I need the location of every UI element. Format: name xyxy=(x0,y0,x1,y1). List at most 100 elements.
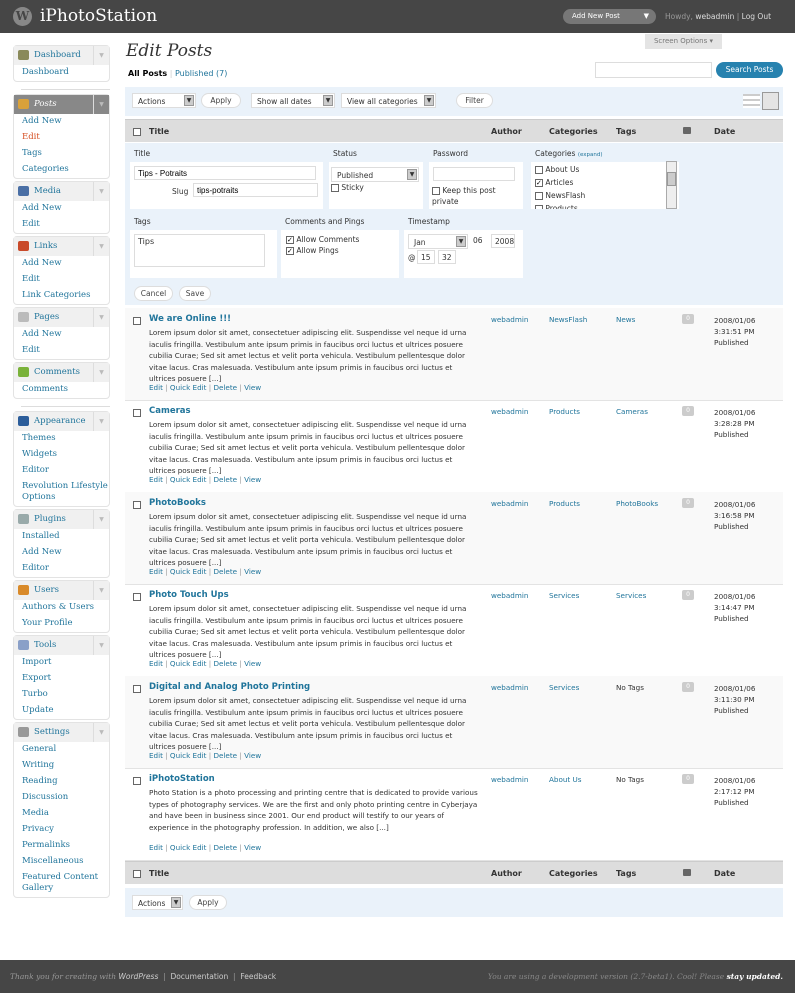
password-input[interactable] xyxy=(433,167,515,181)
row-action-view[interactable]: View xyxy=(244,567,261,576)
submenu-widgets[interactable]: Widgets xyxy=(14,447,109,463)
author-link[interactable]: webadmin xyxy=(491,407,528,416)
menu-toggle-icon[interactable]: ▼ xyxy=(93,237,109,256)
menu-users[interactable]: Users ▼ xyxy=(14,581,109,600)
slug-input[interactable] xyxy=(193,183,318,197)
post-title-link[interactable]: Cameras xyxy=(149,406,191,416)
submenu-permalinks[interactable]: Permalinks xyxy=(14,838,109,854)
menu-toggle-icon[interactable]: ▼ xyxy=(93,95,109,114)
row-checkbox[interactable] xyxy=(133,501,141,509)
apply-button[interactable]: Apply xyxy=(189,895,227,910)
submenu-editor[interactable]: Editor xyxy=(14,561,109,577)
row-action-view[interactable]: View xyxy=(244,475,261,484)
menu-media[interactable]: Media ▼ xyxy=(14,182,109,201)
submenu-revolution-lifestyle-options[interactable]: Revolution Lifestyle Options xyxy=(14,479,109,506)
feedback-link[interactable]: Feedback xyxy=(240,972,276,981)
row-action-quick-edit[interactable]: Quick Edit xyxy=(170,659,207,668)
menu-posts[interactable]: Posts ▼ xyxy=(14,95,109,114)
bulk-actions-select[interactable]: Actions ▼ xyxy=(132,93,196,108)
tags-textarea[interactable]: Tips xyxy=(134,234,265,267)
row-action-delete[interactable]: Delete xyxy=(213,475,237,484)
search-posts-button[interactable]: Search Posts xyxy=(716,62,783,78)
published-link[interactable]: Published (7) xyxy=(175,69,227,78)
row-action-delete[interactable]: Delete xyxy=(213,843,237,852)
screen-options-button[interactable]: Screen Options ▾ xyxy=(645,34,722,49)
comment-count-icon[interactable]: 0 xyxy=(682,314,694,324)
category-checkbox-newsflash[interactable]: NewsFlash xyxy=(535,189,585,202)
hour-input[interactable]: 15 xyxy=(417,250,435,264)
title-input[interactable] xyxy=(134,166,316,180)
submenu-miscellaneous[interactable]: Miscellaneous xyxy=(14,854,109,870)
row-action-edit[interactable]: Edit xyxy=(149,659,163,668)
author-link[interactable]: webadmin xyxy=(491,683,528,692)
submenu-edit[interactable]: Edit xyxy=(14,130,109,146)
menu-tools[interactable]: Tools ▼ xyxy=(14,636,109,655)
author-link[interactable]: webadmin xyxy=(491,775,528,784)
menu-plugins[interactable]: Plugins ▼ xyxy=(14,510,109,529)
list-view-icon[interactable] xyxy=(743,94,760,108)
menu-separator[interactable] xyxy=(13,401,110,411)
submenu-add-new[interactable]: Add New xyxy=(14,545,109,561)
row-action-view[interactable]: View xyxy=(244,659,261,668)
submenu-add-new[interactable]: Add New xyxy=(14,201,109,217)
documentation-link[interactable]: Documentation xyxy=(170,972,228,981)
site-title[interactable]: iPhotoStation xyxy=(40,6,157,26)
submenu-general[interactable]: General xyxy=(14,742,109,758)
column-date[interactable]: Date xyxy=(714,869,735,878)
submenu-privacy[interactable]: Privacy xyxy=(14,822,109,838)
menu-links[interactable]: Links ▼ xyxy=(14,237,109,256)
row-action-edit[interactable]: Edit xyxy=(149,843,163,852)
row-action-quick-edit[interactable]: Quick Edit xyxy=(170,567,207,576)
submenu-export[interactable]: Export xyxy=(14,671,109,687)
row-checkbox[interactable] xyxy=(133,777,141,785)
submenu-reading[interactable]: Reading xyxy=(14,774,109,790)
comment-count-icon[interactable]: 0 xyxy=(682,406,694,416)
row-action-delete[interactable]: Delete xyxy=(213,659,237,668)
submenu-writing[interactable]: Writing xyxy=(14,758,109,774)
submenu-discussion[interactable]: Discussion xyxy=(14,790,109,806)
submenu-your-profile[interactable]: Your Profile xyxy=(14,616,109,632)
add-new-post-button[interactable]: Add New Post ▼ xyxy=(563,9,656,24)
author-link[interactable]: webadmin xyxy=(491,315,528,324)
save-button[interactable]: Save xyxy=(179,286,211,301)
menu-appearance[interactable]: Appearance ▼ xyxy=(14,412,109,431)
bulk-actions-select[interactable]: Actions ▼ xyxy=(132,895,183,910)
row-action-quick-edit[interactable]: Quick Edit xyxy=(170,475,207,484)
tags-cell[interactable]: PhotoBooks xyxy=(616,499,658,508)
post-title-link[interactable]: Photo Touch Ups xyxy=(149,590,229,600)
author-link[interactable]: webadmin xyxy=(491,499,528,508)
menu-comments[interactable]: Comments ▼ xyxy=(14,363,109,382)
submenu-featured-content-gallery[interactable]: Featured Content Gallery xyxy=(14,870,109,897)
checkbox[interactable] xyxy=(535,166,543,174)
row-action-edit[interactable]: Edit xyxy=(149,475,163,484)
tags-cell[interactable]: Services xyxy=(616,591,646,600)
comment-count-icon[interactable]: 0 xyxy=(682,774,694,784)
submenu-categories[interactable]: Categories xyxy=(14,162,109,178)
submenu-comments[interactable]: Comments xyxy=(14,382,109,398)
submenu-authors-users[interactable]: Authors & Users xyxy=(14,600,109,616)
row-action-edit[interactable]: Edit xyxy=(149,751,163,760)
tags-cell[interactable]: News xyxy=(616,315,635,324)
comment-count-icon[interactable]: 0 xyxy=(682,498,694,508)
dropdown-arrow-icon[interactable]: ▼ xyxy=(644,9,649,24)
month-select[interactable]: Jan ▼ xyxy=(408,234,468,249)
menu-pages[interactable]: Pages ▼ xyxy=(14,308,109,327)
menu-dashboard[interactable]: Dashboard ▼ xyxy=(14,46,109,65)
submenu-edit[interactable]: Edit xyxy=(14,343,109,359)
post-title-link[interactable]: We are Online !!! xyxy=(149,314,231,324)
column-date[interactable]: Date xyxy=(714,127,735,136)
category-link[interactable]: About Us xyxy=(549,775,582,784)
checkbox[interactable] xyxy=(535,192,543,200)
select-all-checkbox[interactable] xyxy=(133,869,141,878)
wordpress-logo-icon[interactable]: W xyxy=(13,7,32,26)
submenu-link-categories[interactable]: Link Categories xyxy=(14,288,109,304)
submenu-editor[interactable]: Editor xyxy=(14,463,109,479)
row-checkbox[interactable] xyxy=(133,317,141,325)
dates-select[interactable]: Show all dates ▼ xyxy=(251,93,335,108)
row-action-view[interactable]: View xyxy=(244,383,261,392)
expand-link[interactable]: (expand) xyxy=(578,152,603,158)
username-link[interactable]: webadmin xyxy=(695,12,734,21)
submenu-themes[interactable]: Themes xyxy=(14,431,109,447)
select-all-checkbox[interactable] xyxy=(133,127,141,136)
day-input[interactable]: 06 xyxy=(470,234,488,248)
